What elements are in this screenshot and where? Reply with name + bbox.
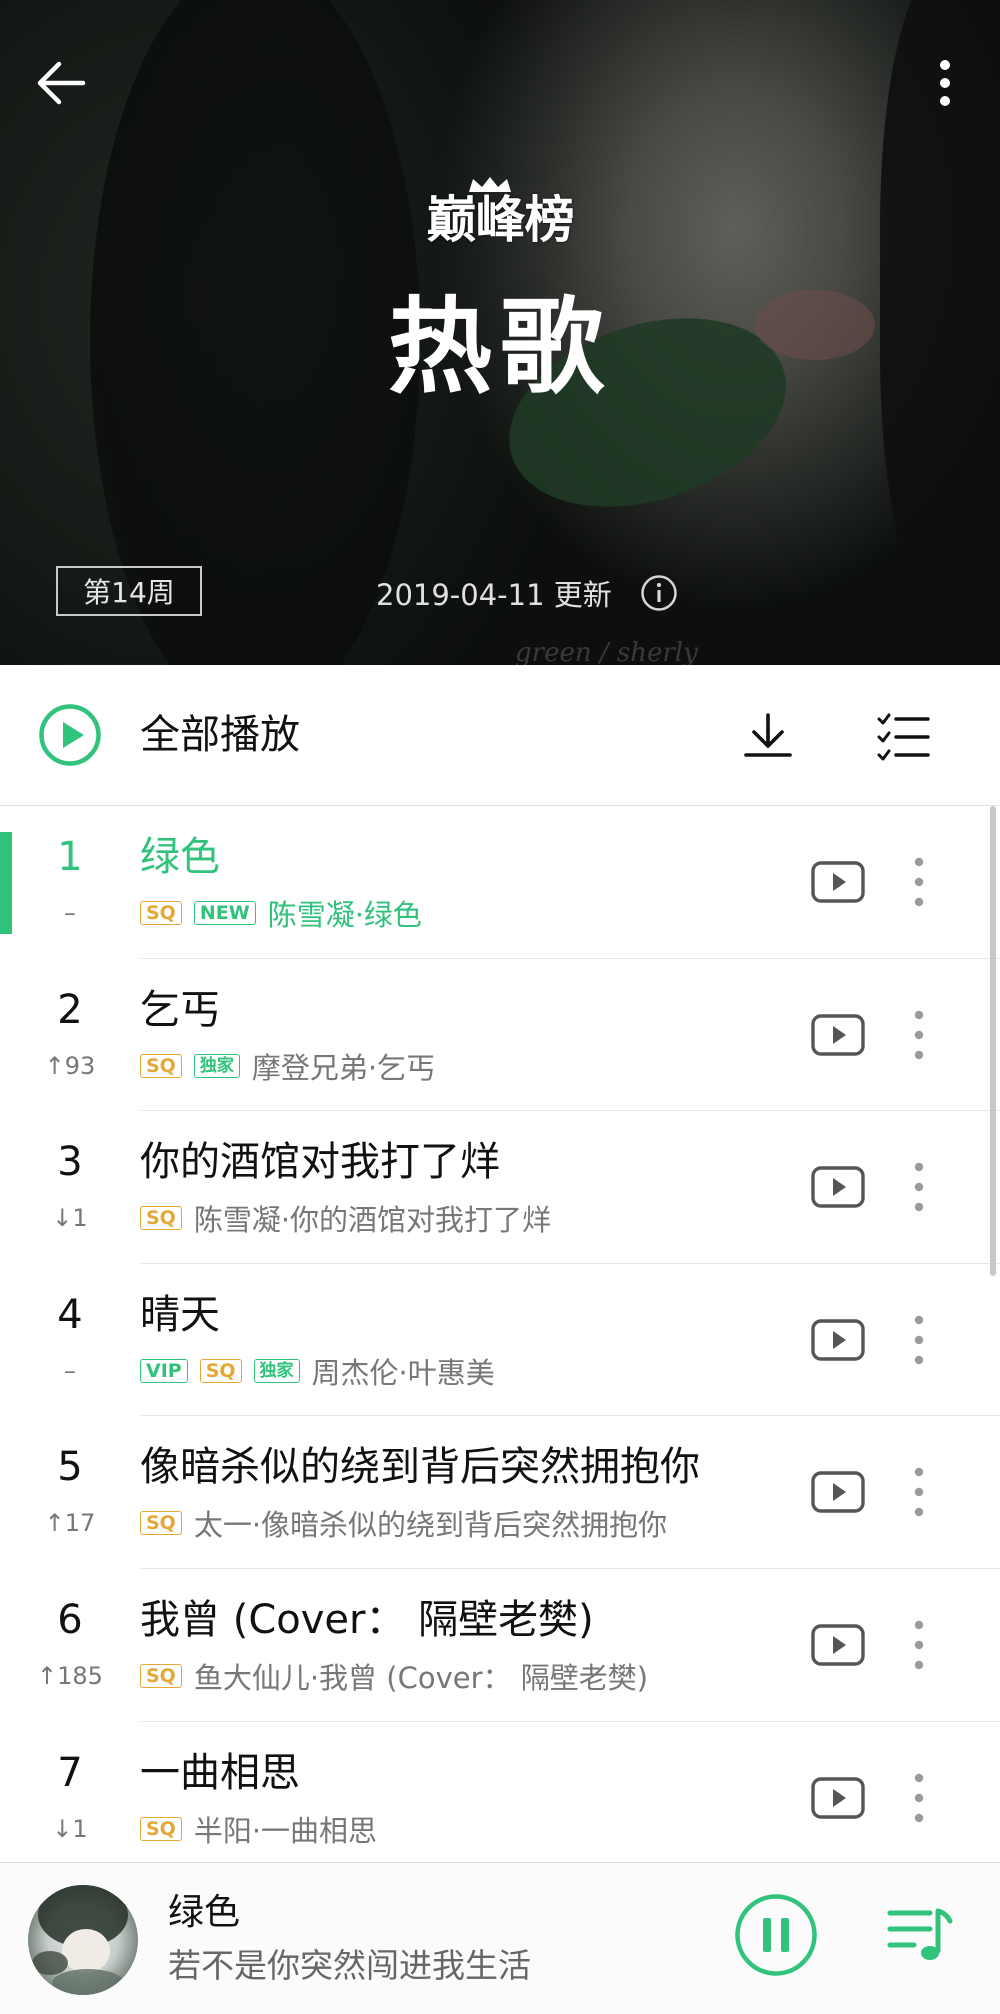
rank-change: –: [64, 1356, 76, 1385]
mv-play-icon[interactable]: [810, 1164, 866, 1210]
play-all-bar: 全部播放: [0, 665, 1000, 806]
song-row[interactable]: 2 ↑93 乞丐 SQ 独家 摩登兄弟·乞丐: [0, 959, 1000, 1112]
chart-title: 热歌: [387, 286, 612, 408]
song-row[interactable]: 3 ↓1 你的酒馆对我打了烊 SQ 陈雪凝·你的酒馆对我打了烊: [0, 1111, 1000, 1264]
song-title: 一曲相思: [140, 1749, 300, 1796]
rank-number: 4: [57, 1291, 83, 1338]
week-badge: 第14周: [56, 566, 202, 616]
chart-header: 巅峰榜 热歌 第14周 2019-04-11 更新 green / sherly: [0, 0, 1000, 665]
song-meta: SQ 太一·像暗杀似的绕到背后突然拥抱你: [140, 1504, 667, 1542]
rank-change: ↑93: [44, 1051, 96, 1080]
artist-watermark: green / sherly: [515, 638, 698, 665]
more-options-button[interactable]: [920, 50, 970, 116]
quality-tag: VIP: [140, 1358, 188, 1383]
quality-tag: SQ: [140, 1206, 182, 1231]
song-meta: SQ 独家 摩登兄弟·乞丐: [140, 1047, 435, 1085]
song-meta: VIP SQ 独家 周杰伦·叶惠美: [140, 1352, 495, 1390]
rank-number: 1: [57, 834, 83, 880]
song-title: 你的酒馆对我打了烊: [140, 1139, 500, 1186]
artist-album: 摩登兄弟·乞丐: [251, 1050, 436, 1085]
album-art[interactable]: [28, 1885, 138, 1995]
chart-brand-logo: 巅峰榜: [426, 191, 575, 249]
rank-change: ↑17: [44, 1509, 96, 1538]
quality-tag: NEW: [193, 901, 256, 925]
song-title: 晴天: [140, 1291, 220, 1338]
rank-change: ↓1: [52, 1814, 88, 1843]
back-button[interactable]: [28, 50, 94, 116]
quality-tag: SQ: [140, 901, 182, 925]
more-vertical-icon[interactable]: [902, 1005, 936, 1065]
song-row[interactable]: 7 ↓1 一曲相思 SQ 半阳·一曲相思: [0, 1722, 1000, 1875]
more-vertical-icon[interactable]: [902, 1462, 936, 1522]
rank-number: 6: [57, 1596, 83, 1643]
mv-play-icon[interactable]: [810, 859, 866, 905]
rank-number: 5: [57, 1444, 83, 1491]
mv-play-icon[interactable]: [810, 1012, 866, 1058]
song-list: 1– 绿色 SQ NEW 陈雪凝·绿色 2 ↑93 乞丐 SQ 独家 摩登兄弟·乞丐 3 ↓1 你的酒…: [0, 806, 1000, 1875]
artist-album: 太一·像暗杀似的绕到背后突然拥抱你: [193, 1508, 668, 1543]
info-icon[interactable]: [640, 574, 678, 612]
mv-play-icon[interactable]: [810, 1775, 866, 1821]
song-meta: SQ 鱼大仙儿·我曾 (Cover： 隔壁老樊): [140, 1657, 648, 1695]
song-meta: SQ NEW 陈雪凝·绿色: [140, 894, 422, 932]
song-meta: SQ 陈雪凝·你的酒馆对我打了烊: [140, 1199, 551, 1237]
rank-number: 7: [57, 1749, 83, 1796]
update-date: 2019-04-11 更新: [376, 578, 612, 612]
rank-change: ↓1: [52, 1204, 88, 1233]
mini-player: 绿色 若不是你突然闯进我生活: [0, 1862, 1000, 2014]
more-vertical-icon[interactable]: [902, 852, 936, 912]
play-all-button[interactable]: 全部播放: [140, 711, 300, 759]
quality-tag: 独家: [253, 1358, 300, 1383]
song-meta: SQ 半阳·一曲相思: [140, 1810, 377, 1848]
song-row[interactable]: 5 ↑17 像暗杀似的绕到背后突然拥抱你 SQ 太一·像暗杀似的绕到背后突然拥抱你: [0, 1416, 1000, 1569]
playlist-icon[interactable]: [886, 1903, 954, 1967]
more-vertical-icon[interactable]: [902, 1615, 936, 1675]
more-vertical-icon[interactable]: [902, 1768, 936, 1828]
now-playing-indicator: [0, 832, 12, 934]
song-row[interactable]: 4 – 晴天 VIP SQ 独家 周杰伦·叶惠美: [0, 1264, 1000, 1417]
rank-number: 3: [57, 1139, 83, 1186]
song-title: 我曾 (Cover： 隔壁老樊): [140, 1596, 594, 1643]
artist-album: 鱼大仙儿·我曾 (Cover： 隔壁老樊): [193, 1660, 649, 1695]
rank-change: ↑185: [37, 1661, 103, 1690]
artist-album: 陈雪凝·绿色: [267, 898, 422, 932]
song-title: 乞丐: [140, 986, 220, 1033]
arrow-left-icon: [37, 61, 86, 105]
mv-play-icon[interactable]: [810, 1317, 866, 1363]
more-vertical-icon[interactable]: [902, 1157, 936, 1217]
multi-select-icon[interactable]: [876, 711, 932, 763]
more-vertical-icon[interactable]: [902, 1310, 936, 1370]
mv-play-icon[interactable]: [810, 1622, 866, 1668]
play-circle-icon[interactable]: [38, 703, 102, 767]
quality-tag: SQ: [140, 1663, 182, 1688]
now-playing-lyric[interactable]: 若不是你突然闯进我生活: [168, 1945, 531, 1987]
album-art-image: [32, 1885, 128, 1995]
pause-icon[interactable]: [734, 1893, 818, 1977]
scrollbar[interactable]: [990, 806, 996, 1276]
artist-album: 陈雪凝·你的酒馆对我打了烊: [193, 1203, 552, 1238]
now-playing-title[interactable]: 绿色: [168, 1891, 240, 1935]
artist-album: 周杰伦·叶惠美: [311, 1355, 495, 1390]
song-row[interactable]: 6 ↑185 我曾 (Cover： 隔壁老樊) SQ 鱼大仙儿·我曾 (Cover： 隔…: [0, 1569, 1000, 1722]
rank-number: 2: [57, 986, 83, 1033]
rank-change: –: [64, 899, 76, 927]
quality-tag: SQ: [140, 1511, 182, 1536]
song-title: 绿色: [140, 834, 220, 880]
quality-tag: SQ: [140, 1816, 182, 1841]
mv-play-icon[interactable]: [810, 1469, 866, 1515]
artist-album: 半阳·一曲相思: [193, 1813, 378, 1848]
quality-tag: SQ: [199, 1358, 242, 1383]
song-title: 像暗杀似的绕到背后突然拥抱你: [140, 1444, 700, 1491]
download-icon[interactable]: [740, 709, 796, 765]
more-vertical-icon: [940, 60, 950, 106]
quality-tag: 独家: [193, 1053, 240, 1078]
song-row[interactable]: 1 – 绿色 SQ NEW 陈雪凝·绿色: [0, 806, 1000, 959]
quality-tag: SQ: [140, 1053, 182, 1078]
